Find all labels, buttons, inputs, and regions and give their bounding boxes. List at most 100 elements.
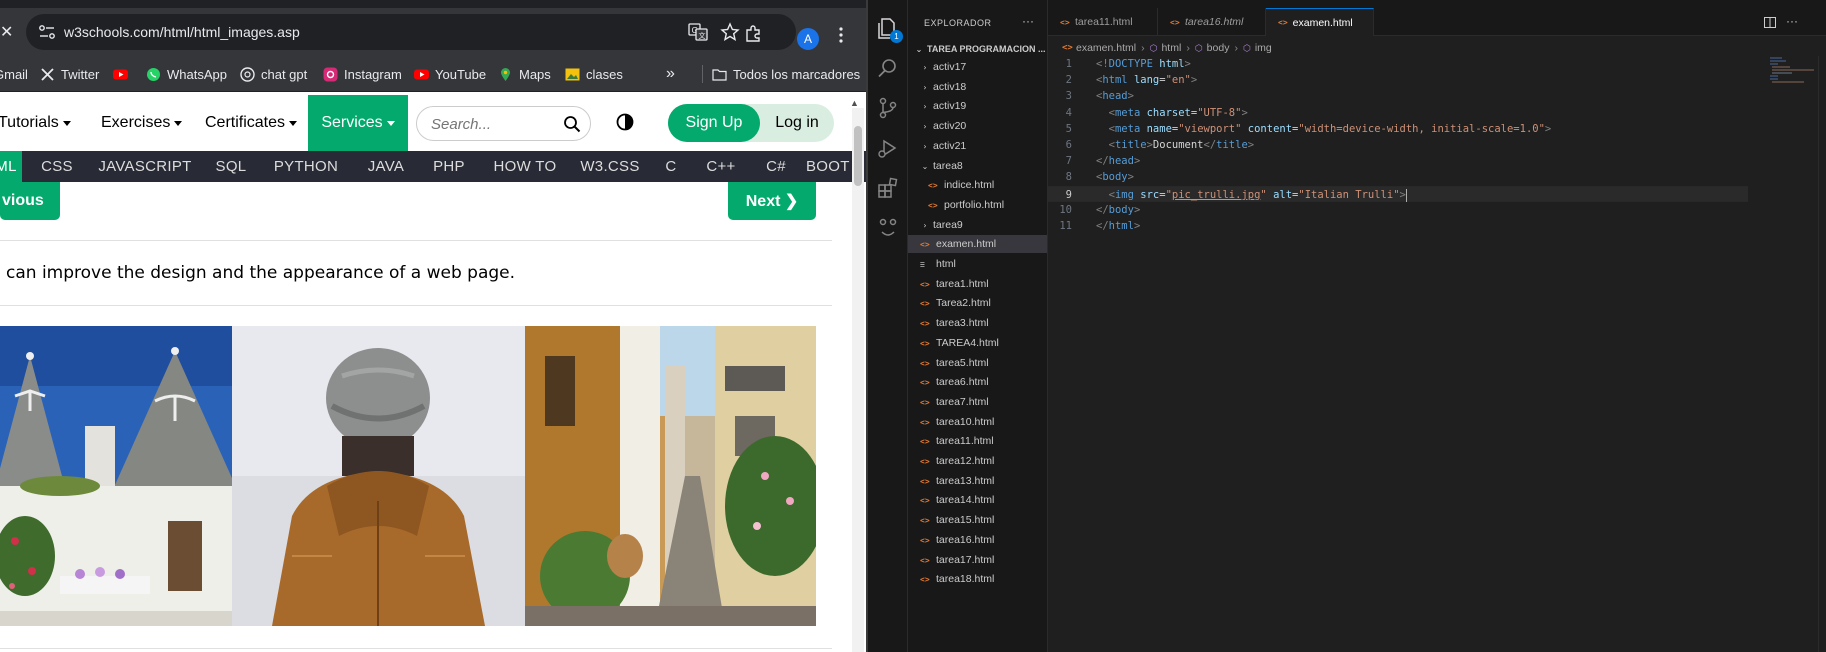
topic-sql[interactable]: SQL bbox=[206, 151, 256, 182]
profile-avatar[interactable]: A bbox=[797, 28, 819, 50]
extensions-icon[interactable] bbox=[876, 176, 900, 200]
search-icon[interactable] bbox=[876, 56, 900, 80]
tree-file[interactable]: <> tarea7.html bbox=[908, 393, 1047, 411]
tab-examen[interactable]: <> examen.html bbox=[1266, 8, 1374, 36]
topic-csharp[interactable]: C# bbox=[756, 151, 796, 182]
bookmark-instagram[interactable]: Instagram bbox=[323, 56, 402, 92]
editor-more-actions-icon[interactable]: ··· bbox=[1786, 14, 1798, 28]
tree-folder[interactable]: › activ17 bbox=[908, 58, 1047, 76]
tree-folder[interactable]: › activ19 bbox=[908, 97, 1047, 115]
code-line[interactable]: 6 <title>Document</title> bbox=[1048, 137, 1748, 153]
site-info-icon[interactable] bbox=[38, 24, 56, 40]
sign-up-button[interactable]: Sign Up bbox=[668, 104, 760, 142]
all-bookmarks-folder[interactable]: Todos los marcadores bbox=[712, 56, 860, 92]
bookmark-chatgpt[interactable]: chat gpt bbox=[240, 56, 307, 92]
tree-folder[interactable]: › activ18 bbox=[908, 78, 1047, 96]
exercises-menu[interactable]: Exercises bbox=[101, 95, 183, 151]
tree-file[interactable]: <> tarea14.html bbox=[908, 491, 1047, 509]
testing-flask-icon[interactable] bbox=[876, 216, 900, 240]
code-line[interactable]: 10 </body> bbox=[1048, 202, 1748, 218]
split-editor-icon[interactable] bbox=[1764, 17, 1776, 28]
minimap[interactable] bbox=[1768, 56, 1818, 86]
tree-folder[interactable]: › tarea9 bbox=[908, 216, 1047, 234]
close-icon[interactable]: ✕ bbox=[0, 22, 13, 41]
bookmark-youtube-icon-only[interactable] bbox=[113, 56, 128, 92]
bookmark-gmail[interactable]: Gmail bbox=[0, 56, 28, 92]
services-menu[interactable]: Services bbox=[308, 95, 408, 151]
next-button[interactable]: Next ❯ bbox=[728, 182, 816, 220]
tree-file[interactable]: <> tarea6.html bbox=[908, 373, 1047, 391]
browser-menu-icon[interactable] bbox=[838, 26, 844, 44]
breadcrumb-html[interactable]: html bbox=[1161, 42, 1181, 54]
editor-scrollbar[interactable] bbox=[1818, 56, 1826, 652]
more-actions-icon[interactable]: ··· bbox=[1022, 14, 1034, 28]
tree-file[interactable]: <> TAREA4.html bbox=[908, 334, 1047, 352]
topic-w3css[interactable]: W3.CSS bbox=[575, 151, 645, 182]
tree-file[interactable]: <> tarea3.html bbox=[908, 314, 1047, 332]
bookmark-twitter[interactable]: Twitter bbox=[40, 56, 99, 92]
bookmark-clases[interactable]: clases bbox=[565, 56, 623, 92]
run-debug-icon[interactable] bbox=[876, 136, 900, 160]
previous-button[interactable]: vious bbox=[0, 182, 60, 220]
extensions-puzzle-icon[interactable] bbox=[744, 24, 762, 42]
tree-file[interactable]: <> tarea18.html bbox=[908, 570, 1047, 588]
code-line[interactable]: 5 <meta name="viewport" content="width=d… bbox=[1048, 121, 1748, 137]
search-icon[interactable] bbox=[563, 115, 581, 133]
tree-file[interactable]: <> Tarea2.html bbox=[908, 294, 1047, 312]
tree-file[interactable]: ≡ html bbox=[908, 255, 1047, 273]
topic-css[interactable]: CSS bbox=[26, 151, 88, 182]
code-line[interactable]: 9 <img src="pic_trulli.jpg" alt="Italian… bbox=[1048, 186, 1748, 202]
tab-tarea16[interactable]: <> tarea16.html bbox=[1158, 8, 1266, 36]
code-line[interactable]: 1 <!DOCTYPE html> bbox=[1048, 56, 1748, 72]
star-bookmark-icon[interactable] bbox=[720, 22, 740, 42]
topic-javascript[interactable]: JAVASCRIPT bbox=[95, 151, 195, 182]
topic-python[interactable]: PYTHON bbox=[268, 151, 344, 182]
topic-how-to[interactable]: HOW TO bbox=[485, 151, 565, 182]
url-text[interactable]: w3schools.com/html/html_images.asp bbox=[64, 24, 300, 40]
translate-icon[interactable]: G 文 bbox=[688, 22, 708, 42]
tree-file[interactable]: <> tarea1.html bbox=[908, 275, 1047, 293]
tree-file[interactable]: <> tarea16.html bbox=[908, 531, 1047, 549]
tree-folder[interactable]: › activ20 bbox=[908, 117, 1047, 135]
code-line[interactable]: 4 <meta charset="UTF-8"> bbox=[1048, 105, 1748, 121]
tree-file[interactable]: <> indice.html bbox=[908, 176, 1047, 194]
tab-tarea11[interactable]: <> tarea11.html bbox=[1048, 8, 1158, 36]
address-bar[interactable]: w3schools.com/html/html_images.asp G 文 bbox=[26, 14, 796, 50]
tree-file[interactable]: <> examen.html bbox=[908, 235, 1047, 253]
source-control-icon[interactable] bbox=[876, 96, 900, 120]
code-editor[interactable]: 1 <!DOCTYPE html> 2 <html lang="en"> 3 <head>… bbox=[1048, 56, 1748, 256]
code-line[interactable]: 8 <body> bbox=[1048, 169, 1748, 185]
tree-file[interactable]: <> tarea5.html bbox=[908, 354, 1047, 372]
certificates-menu[interactable]: Certificates bbox=[205, 95, 298, 151]
tree-file[interactable]: <> tarea13.html bbox=[908, 472, 1047, 490]
code-line[interactable]: 2 <html lang="en"> bbox=[1048, 72, 1748, 88]
tree-file[interactable]: <> tarea12.html bbox=[908, 452, 1047, 470]
tree-file[interactable]: <> tarea11.html bbox=[908, 432, 1047, 450]
tutorials-menu[interactable]: Tutorials bbox=[0, 95, 71, 151]
scrollbar-thumb[interactable] bbox=[854, 126, 862, 186]
tree-folder[interactable]: ⌄ tarea8 bbox=[908, 157, 1047, 175]
topic-java[interactable]: JAVA bbox=[355, 151, 417, 182]
topic-html[interactable]: ML bbox=[0, 151, 22, 182]
code-line[interactable]: 7 </head> bbox=[1048, 153, 1748, 169]
tree-file[interactable]: <> tarea10.html bbox=[908, 413, 1047, 431]
tree-file[interactable]: <> tarea15.html bbox=[908, 511, 1047, 529]
bookmark-youtube[interactable]: YouTube bbox=[414, 56, 486, 92]
tree-folder[interactable]: › activ21 bbox=[908, 137, 1047, 155]
workspace-folder-header[interactable]: ⌄ TAREA PROGRAMACION ... bbox=[908, 40, 1047, 58]
tree-file[interactable]: <> tarea17.html bbox=[908, 551, 1047, 569]
code-line[interactable]: 3 <head> bbox=[1048, 88, 1748, 104]
breadcrumb-file[interactable]: examen.html bbox=[1076, 42, 1136, 54]
scroll-up-arrow-icon[interactable]: ▲ bbox=[850, 98, 859, 108]
w3-search-input[interactable] bbox=[431, 114, 561, 134]
bookmark-maps[interactable]: Maps bbox=[498, 56, 551, 92]
topic-cpp[interactable]: C++ bbox=[696, 151, 746, 182]
code-line[interactable]: 11 </html> bbox=[1048, 218, 1748, 234]
log-in-button[interactable]: Log in bbox=[760, 104, 834, 142]
topic-php[interactable]: PHP bbox=[424, 151, 474, 182]
tree-file[interactable]: <> portfolio.html bbox=[908, 196, 1047, 214]
breadcrumb-img[interactable]: img bbox=[1255, 42, 1272, 54]
bookmarks-overflow-button[interactable]: » bbox=[666, 56, 675, 92]
breadcrumb-body[interactable]: body bbox=[1207, 42, 1230, 54]
dark-mode-toggle-icon[interactable] bbox=[616, 113, 634, 131]
